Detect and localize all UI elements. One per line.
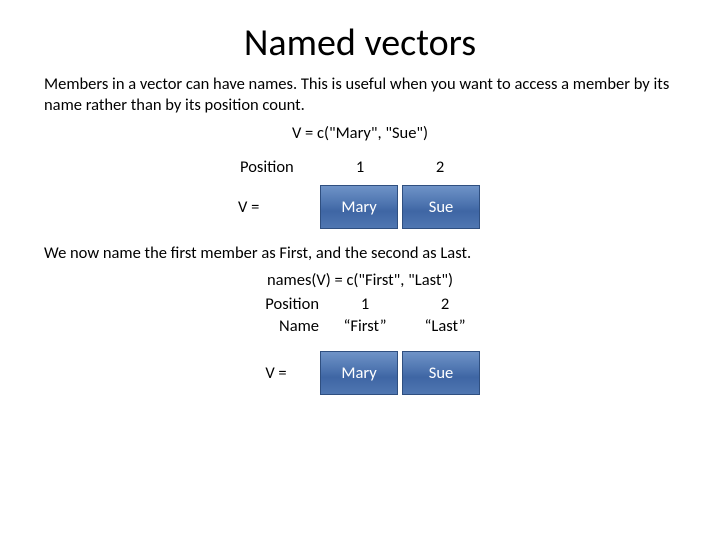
position-label-2: Position: [235, 293, 325, 315]
name-cell: “Last”: [405, 315, 485, 337]
slide-title: Named vectors: [0, 20, 720, 66]
name-cell: “First”: [325, 315, 405, 337]
code-line-2: names(V) = c("First", "Last"): [267, 270, 453, 290]
diagram-1: Position 1 2 V = Mary Sue: [0, 155, 720, 229]
vector-label-2: V =: [238, 363, 318, 383]
vector-label: V =: [238, 197, 318, 217]
position-cell: 1: [325, 293, 405, 315]
position-cell: 2: [405, 293, 485, 315]
name-label: Name: [235, 315, 325, 337]
paragraph-2: We now name the first member as First, a…: [44, 243, 676, 263]
position-cell: 2: [400, 155, 480, 179]
vector-value-box: Sue: [402, 351, 480, 395]
position-cell: 1: [320, 155, 400, 179]
name-table: Position 1 2 Name “First” “Last”: [235, 293, 485, 337]
section-2: names(V) = c("First", "Last") Position 1…: [0, 269, 720, 395]
vector-value-box: Mary: [320, 351, 398, 395]
vector-value-box: Mary: [320, 185, 398, 229]
intro-text: Members in a vector can have names. This…: [44, 74, 676, 115]
vector-value-box: Sue: [402, 185, 480, 229]
position-label: Position: [240, 157, 320, 177]
code-line-1: V = c("Mary", "Sue"): [0, 123, 720, 143]
